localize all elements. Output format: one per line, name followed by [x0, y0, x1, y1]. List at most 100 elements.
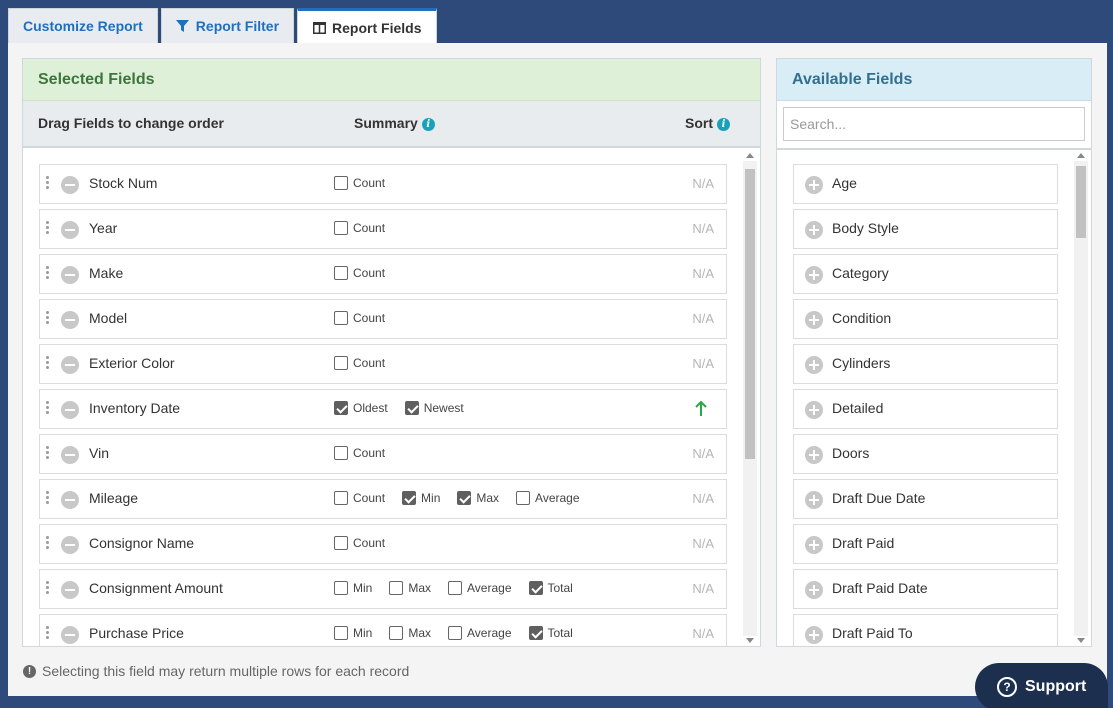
summary-checkbox[interactable]: [334, 311, 348, 325]
available-fields-scrollbar[interactable]: [1074, 151, 1088, 646]
summary-checkbox[interactable]: [334, 266, 348, 280]
available-field-row[interactable]: Category: [793, 254, 1058, 294]
remove-field-icon[interactable]: [61, 221, 79, 239]
available-field-row[interactable]: Condition: [793, 299, 1058, 339]
drag-handle-icon[interactable]: [46, 581, 50, 597]
add-field-icon[interactable]: [805, 626, 823, 644]
summary-option[interactable]: Total: [528, 581, 573, 595]
available-field-row[interactable]: Draft Paid Date: [793, 569, 1058, 609]
selected-field-row[interactable]: Inventory Date Oldest Newest: [39, 389, 727, 429]
scroll-track[interactable]: [743, 161, 757, 636]
summary-option[interactable]: Total: [528, 626, 573, 640]
remove-field-icon[interactable]: [61, 491, 79, 509]
drag-handle-icon[interactable]: [46, 356, 50, 372]
remove-field-icon[interactable]: [61, 311, 79, 329]
summary-checkbox[interactable]: [448, 581, 463, 595]
summary-info-icon[interactable]: i: [421, 118, 435, 131]
selected-field-row[interactable]: Model Count N/A: [39, 299, 727, 339]
summary-option[interactable]: Newest: [404, 401, 464, 415]
summary-option[interactable]: Average: [448, 626, 512, 640]
summary-checkbox[interactable]: [334, 581, 348, 595]
summary-option[interactable]: Count: [334, 356, 385, 370]
summary-checkbox[interactable]: [334, 176, 348, 190]
add-field-icon[interactable]: [805, 536, 823, 554]
remove-field-icon[interactable]: [61, 401, 79, 419]
sort-info-icon[interactable]: i: [717, 118, 730, 131]
summary-checkbox[interactable]: [516, 491, 531, 505]
summary-checkbox[interactable]: [402, 491, 417, 505]
available-field-row[interactable]: Cylinders: [793, 344, 1058, 384]
add-field-icon[interactable]: [805, 221, 823, 239]
remove-field-icon[interactable]: [61, 266, 79, 284]
summary-option[interactable]: Max: [389, 581, 431, 595]
summary-option[interactable]: Count: [334, 176, 385, 190]
selected-field-row[interactable]: Year Count N/A: [39, 209, 727, 249]
scroll-track[interactable]: [1074, 161, 1088, 636]
drag-handle-icon[interactable]: [46, 266, 50, 282]
remove-field-icon[interactable]: [61, 356, 79, 374]
scroll-thumb[interactable]: [745, 169, 755, 459]
add-field-icon[interactable]: [805, 266, 823, 284]
summary-checkbox[interactable]: [334, 221, 348, 235]
selected-field-row[interactable]: Make Count N/A: [39, 254, 727, 294]
summary-checkbox[interactable]: [389, 626, 404, 640]
selected-field-row[interactable]: Consignor Name Count N/A: [39, 524, 727, 564]
summary-option[interactable]: Min: [334, 626, 372, 640]
selected-field-row[interactable]: Vin Count N/A: [39, 434, 727, 474]
available-field-row[interactable]: Draft Paid To: [793, 614, 1058, 646]
drag-handle-icon[interactable]: [46, 221, 50, 237]
available-field-row[interactable]: Detailed: [793, 389, 1058, 429]
scroll-up-arrow[interactable]: [1077, 153, 1085, 158]
remove-field-icon[interactable]: [61, 626, 79, 644]
add-field-icon[interactable]: [805, 491, 823, 509]
tab-report-fields[interactable]: Report Fields: [297, 8, 437, 44]
scroll-up-arrow[interactable]: [746, 153, 754, 158]
remove-field-icon[interactable]: [61, 536, 79, 554]
selected-field-row[interactable]: Mileage Count Min Max Average N/A: [39, 479, 727, 519]
summary-option[interactable]: Max: [389, 626, 431, 640]
scroll-down-arrow[interactable]: [1077, 638, 1085, 643]
selected-field-row[interactable]: Purchase Price Min Max Average Total N/A: [39, 614, 727, 646]
remove-field-icon[interactable]: [61, 581, 79, 599]
remove-field-icon[interactable]: [61, 446, 79, 464]
tab-customize-report[interactable]: Customize Report: [8, 8, 158, 43]
summary-checkbox[interactable]: [404, 401, 419, 415]
summary-option[interactable]: Count: [334, 221, 385, 235]
summary-checkbox[interactable]: [334, 491, 348, 505]
summary-checkbox[interactable]: [334, 401, 348, 415]
summary-checkbox[interactable]: [528, 626, 543, 640]
tab-report-filter[interactable]: Report Filter: [160, 8, 295, 43]
drag-handle-icon[interactable]: [46, 626, 50, 642]
summary-option[interactable]: Oldest: [334, 401, 388, 415]
sort-ascending-arrow-icon[interactable]: [694, 400, 708, 418]
available-field-row[interactable]: Age: [793, 164, 1058, 204]
scroll-down-arrow[interactable]: [746, 638, 754, 643]
summary-option[interactable]: Average: [448, 581, 512, 595]
summary-checkbox[interactable]: [334, 626, 348, 640]
add-field-icon[interactable]: [805, 176, 823, 194]
drag-handle-icon[interactable]: [46, 446, 50, 462]
add-field-icon[interactable]: [805, 446, 823, 464]
summary-checkbox[interactable]: [457, 491, 472, 505]
remove-field-icon[interactable]: [61, 176, 79, 194]
summary-option[interactable]: Min: [402, 491, 440, 505]
selected-field-row[interactable]: Consignment Amount Min Max Average Total N/A: [39, 569, 727, 609]
summary-option[interactable]: Min: [334, 581, 372, 595]
summary-option[interactable]: Max: [457, 491, 499, 505]
drag-handle-icon[interactable]: [46, 311, 50, 327]
search-input[interactable]: [783, 107, 1085, 141]
add-field-icon[interactable]: [805, 356, 823, 374]
available-field-row[interactable]: Draft Due Date: [793, 479, 1058, 519]
summary-option[interactable]: Count: [334, 266, 385, 280]
drag-handle-icon[interactable]: [46, 401, 50, 417]
scroll-thumb[interactable]: [1076, 166, 1086, 238]
summary-option[interactable]: Count: [334, 491, 385, 505]
available-field-row[interactable]: Draft Paid: [793, 524, 1058, 564]
summary-checkbox[interactable]: [389, 581, 404, 595]
drag-handle-icon[interactable]: [46, 176, 50, 192]
add-field-icon[interactable]: [805, 311, 823, 329]
selected-field-row[interactable]: Stock Num Count N/A: [39, 164, 727, 204]
summary-checkbox[interactable]: [334, 536, 348, 550]
selected-field-row[interactable]: Exterior Color Count N/A: [39, 344, 727, 384]
available-field-row[interactable]: Body Style: [793, 209, 1058, 249]
